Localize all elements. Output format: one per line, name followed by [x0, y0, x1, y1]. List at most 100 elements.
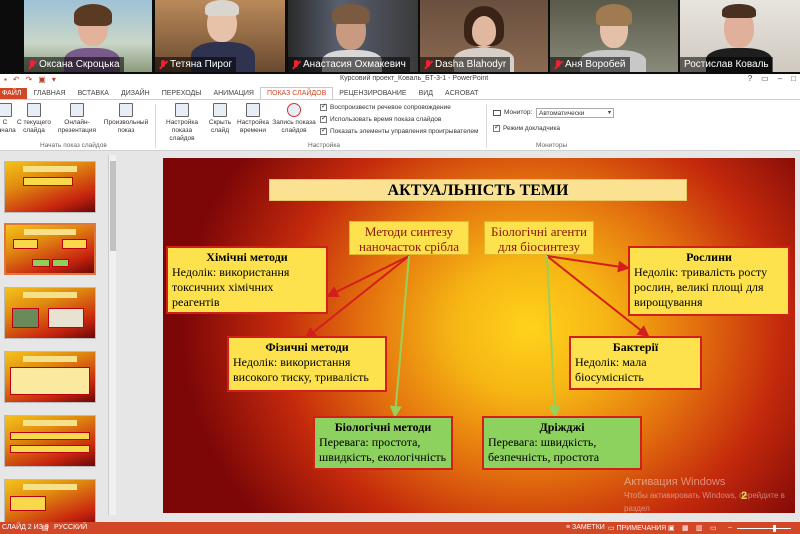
- group-label-setup: Настройка: [308, 142, 340, 149]
- participant-tile[interactable]: Ростислав Коваль: [680, 0, 800, 72]
- mic-muted-icon: [292, 59, 300, 70]
- customize-qat-icon[interactable]: ▾: [52, 75, 56, 84]
- slide-title[interactable]: АКТУАЛЬНІСТЬ ТЕМИ: [269, 179, 687, 201]
- narrations-checkbox[interactable]: Воспроизвести речевое сопровождение: [320, 102, 451, 111]
- hide-slide-button[interactable]: Скрыть слайд: [206, 103, 234, 135]
- yeast-box[interactable]: Дріжджі Перевага: швидкість, безпечність…: [482, 416, 642, 470]
- maximize-button[interactable]: □: [791, 74, 796, 83]
- windows-activation-watermark: Активация Windows Чтобы активировать Win…: [624, 476, 785, 513]
- tab-animations[interactable]: АНИМАЦИЯ: [207, 88, 260, 99]
- tab-slide-show[interactable]: ПОКАЗ СЛАЙДОВ: [259, 87, 334, 99]
- minimize-button[interactable]: –: [778, 74, 782, 83]
- custom-show-icon: [119, 103, 133, 117]
- monitor-label: Монитор:: [493, 109, 532, 116]
- arrow-to-chemical: [326, 255, 410, 297]
- tab-acrobat[interactable]: ACROBAT: [439, 88, 484, 99]
- online-present-icon: [70, 103, 84, 117]
- language-indicator[interactable]: РУССКИЙ: [54, 524, 87, 531]
- from-beginning-button[interactable]: С начала: [0, 103, 16, 135]
- participant-name: Тетяна Пирог: [170, 59, 233, 70]
- setup-slide-show-button[interactable]: Настройка показа слайдов: [160, 103, 204, 143]
- participant-name: Аня Воробей: [565, 59, 626, 70]
- hide-slide-icon: [213, 103, 227, 117]
- tab-home[interactable]: ГЛАВНАЯ: [27, 88, 71, 99]
- quick-access-toolbar: ▪ ↶ ↷ ▣ ▾: [4, 75, 56, 84]
- participant-name: Dasha Blahodyr: [435, 59, 507, 70]
- participant-tile[interactable]: Оксана Скроцька: [24, 0, 152, 72]
- slideshow-current-icon: [27, 103, 41, 117]
- tab-design[interactable]: ДИЗАЙН: [115, 88, 156, 99]
- zoom-out-button[interactable]: –: [728, 524, 732, 531]
- slide-thumbnail[interactable]: [4, 161, 96, 213]
- participant-name: Ростислав Коваль: [684, 59, 769, 70]
- use-timings-checkbox[interactable]: Использовать время показа слайдов: [320, 114, 441, 123]
- screen: Оксана Скроцька Тетяна Пирог Анастасия О…: [0, 0, 800, 534]
- record-icon: [287, 103, 301, 117]
- status-bar: СЛАЙД 2 ИЗ 9 ▤ РУССКИЙ ≡ ЗАМЕТКИ ▭ ПРИМЕ…: [0, 522, 800, 534]
- help-button[interactable]: ?: [748, 74, 752, 83]
- zoom-slider[interactable]: [737, 528, 791, 529]
- participant-tile[interactable]: Dasha Blahodyr: [420, 0, 548, 72]
- participant-tile[interactable]: Аня Воробей: [550, 0, 678, 72]
- tab-view[interactable]: ВИД: [413, 88, 439, 99]
- slide-thumbnails-pane: [0, 151, 118, 531]
- rehearse-timings-button[interactable]: Настройка времени: [236, 103, 270, 135]
- presenter-view-checkbox[interactable]: Режим докладчика: [493, 123, 560, 132]
- synthesis-methods-box[interactable]: Методи синтезу наночасток срібла: [349, 221, 469, 255]
- reading-view-icon[interactable]: ▥: [696, 524, 703, 532]
- proofing-icon[interactable]: ▤: [42, 524, 49, 532]
- tab-transitions[interactable]: ПЕРЕХОДЫ: [156, 88, 208, 99]
- thumbnails-scrollbar[interactable]: [108, 155, 116, 515]
- monitor-select[interactable]: Автоматически: [536, 108, 614, 118]
- slideshow-view-icon[interactable]: ▭: [710, 524, 717, 532]
- plants-box[interactable]: Рослини Недолік: тривалість росту рослин…: [628, 246, 790, 316]
- physical-methods-box[interactable]: Фізичні методи Недолік: використання вис…: [227, 336, 387, 392]
- participant-name: Анастасия Охмакевич: [303, 59, 406, 70]
- biological-agents-box[interactable]: Біологічні агенти для біосинтезу: [484, 221, 594, 255]
- redo-icon[interactable]: ↷: [26, 75, 33, 84]
- undo-icon[interactable]: ↶: [13, 75, 20, 84]
- biological-methods-box[interactable]: Біологічні методи Перевага: простота, шв…: [313, 416, 453, 470]
- group-label-start: Начать показ слайдов: [40, 142, 107, 149]
- bacteria-box[interactable]: Бактерії Недолік: мала біосумісність: [569, 336, 702, 390]
- normal-view-icon[interactable]: ▣: [668, 524, 675, 532]
- online-presentation-button[interactable]: Онлайн-презентация: [56, 103, 98, 135]
- start-show-icon[interactable]: ▣: [38, 75, 46, 84]
- video-call-strip: Оксана Скроцька Тетяна Пирог Анастасия О…: [0, 0, 800, 74]
- zoom-slider-handle[interactable]: [773, 525, 776, 532]
- participant-tile[interactable]: Анастасия Охмакевич: [288, 0, 418, 72]
- title-bar: ▪ ↶ ↷ ▣ ▾ Курсовий проект_Коваль_БТ-3-1 …: [0, 74, 800, 86]
- timer-icon: [246, 103, 260, 117]
- arrow-to-biological: [389, 255, 410, 418]
- tab-file[interactable]: ФАЙЛ: [0, 88, 28, 99]
- chemical-methods-box[interactable]: Хімічні методи Недолік: використання ток…: [166, 246, 328, 314]
- slide-thumbnail[interactable]: [4, 415, 96, 467]
- slide-sorter-icon[interactable]: ▦: [682, 524, 689, 532]
- ribbon-tabs: ФАЙЛ ГЛАВНАЯ ВСТАВКА ДИЗАЙН ПЕРЕХОДЫ АНИ…: [0, 86, 800, 99]
- slide-page-number: 2: [741, 490, 748, 502]
- save-icon[interactable]: ▪: [4, 75, 7, 84]
- mic-muted-icon: [159, 59, 167, 70]
- comments-button[interactable]: ▭ ПРИМЕЧАНИЯ: [608, 524, 666, 532]
- ribbon-display-options-icon[interactable]: ▭: [761, 74, 769, 83]
- slideshow-icon: [0, 103, 12, 117]
- notes-button[interactable]: ≡ ЗАМЕТКИ: [566, 524, 605, 531]
- tab-insert[interactable]: ВСТАВКА: [72, 88, 115, 99]
- slide-thumbnail[interactable]: [4, 287, 96, 339]
- participant-name: Оксана Скроцька: [39, 59, 120, 70]
- ribbon: С начала С текущего слайда Онлайн-презен…: [0, 99, 800, 151]
- media-controls-checkbox[interactable]: Показать элементы управления проигрывате…: [320, 126, 478, 135]
- slide-thumbnail-selected[interactable]: [4, 223, 96, 275]
- custom-show-button[interactable]: Произвольный показ: [100, 103, 152, 135]
- record-slide-show-button[interactable]: Запись показа слайдов: [272, 103, 316, 135]
- group-label-monitors: Мониторы: [536, 142, 568, 149]
- slide-thumbnail[interactable]: [4, 351, 96, 403]
- window-title: Курсовий проект_Коваль_БТ-3-1 - PowerPoi…: [340, 75, 489, 82]
- from-current-slide-button[interactable]: С текущего слайда: [16, 103, 52, 135]
- tab-review[interactable]: РЕЦЕНЗИРОВАНИЕ: [333, 88, 412, 99]
- mic-muted-icon: [424, 59, 432, 70]
- arrow-to-yeast: [546, 255, 561, 418]
- mic-muted-icon: [554, 59, 562, 70]
- participant-tile[interactable]: Тетяна Пирог: [155, 0, 285, 72]
- slide-canvas[interactable]: АКТУАЛЬНІСТЬ ТЕМИ Методи синтезу наночас…: [163, 158, 795, 513]
